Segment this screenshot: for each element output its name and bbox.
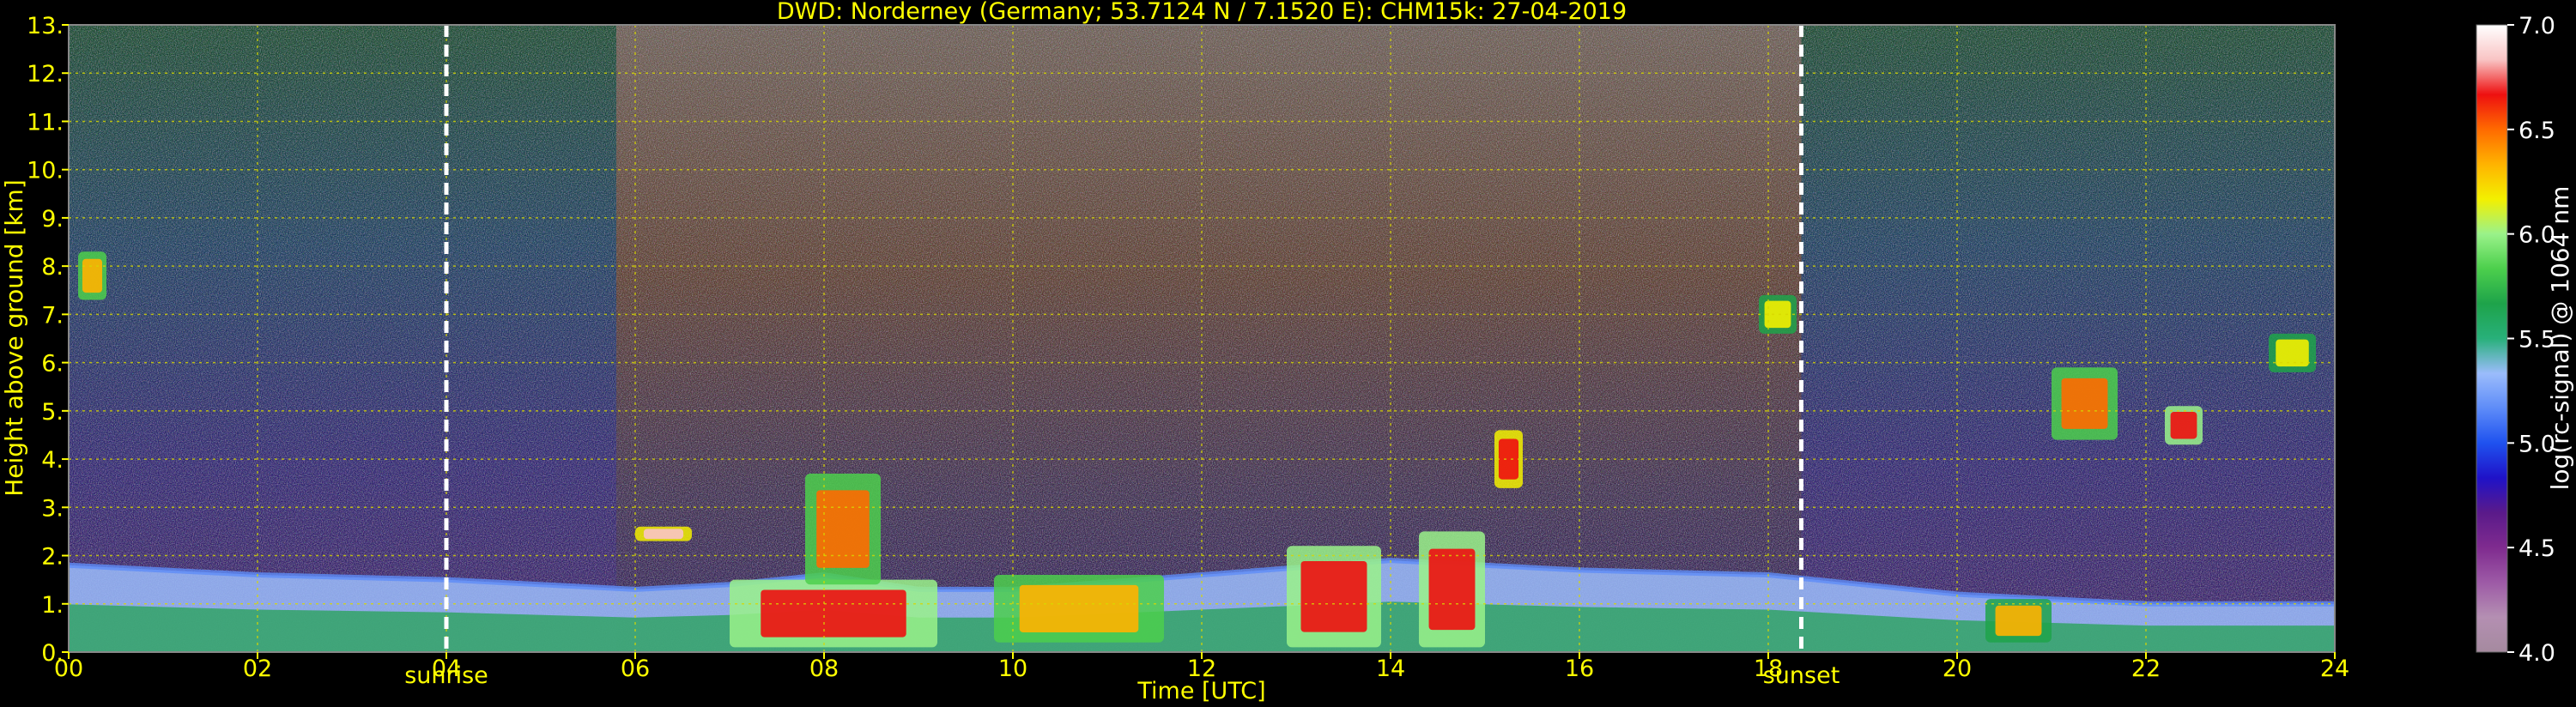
x-axis-label: Time [UTC]	[1136, 678, 1265, 704]
x-tick-label: 06	[621, 656, 650, 682]
x-tick-label: 10	[998, 656, 1027, 682]
y-tick-label: 13.	[27, 13, 64, 39]
y-tick-label: 3.	[41, 495, 64, 522]
y-tick-label: 7.	[41, 302, 64, 329]
cloud-feature-4	[1428, 548, 1476, 631]
cloud-feature-1	[816, 490, 870, 568]
signal-noise	[69, 25, 2335, 652]
cloud-feature-10	[2170, 411, 2197, 439]
y-tick-label: 12.	[27, 61, 64, 88]
y-tick-label: 1.	[41, 592, 64, 619]
colorbar-bar	[2476, 24, 2508, 653]
x-tick-label: 20	[1943, 656, 1972, 682]
cloud-feature-6	[643, 529, 684, 540]
cloud-feature-0	[761, 589, 906, 638]
x-tick-label: 24	[2320, 656, 2349, 682]
y-tick-label: 4.	[41, 447, 64, 474]
y-axis: 0.1.2.3.4.5.6.7.8.9.10.11.12.13.	[27, 13, 69, 667]
x-tick-label: 22	[2131, 656, 2161, 682]
cloud-feature-2	[1019, 584, 1139, 632]
x-tick-label: 02	[243, 656, 272, 682]
y-tick-label: 9.	[41, 206, 64, 233]
y-tick-label: 11.	[27, 109, 64, 136]
chart-title: DWD: Norderney (Germany; 53.7124 N / 7.1…	[777, 0, 1627, 25]
colorbar: 4.04.55.05.56.06.57.0 log(rc-signal) @ 1…	[2476, 13, 2574, 667]
x-tick-label: 14	[1376, 656, 1405, 682]
y-tick-label: 2.	[41, 544, 64, 571]
y-tick-label: 8.	[41, 254, 64, 281]
ceilometer-figure: 0.1.2.3.4.5.6.7.8.9.10.11.12.13. 00 02 04 0…	[0, 0, 2574, 704]
colorbar-tick-label: 4.0	[2518, 640, 2555, 667]
sunrise-label: sunrise	[404, 662, 488, 689]
y-axis-label: Height above ground [km]	[0, 179, 28, 497]
x-tick-label: 08	[809, 656, 839, 682]
y-tick-label: 10.	[27, 158, 64, 184]
cloud-feature-9	[2061, 378, 2108, 429]
cloud-feature-7	[82, 258, 103, 293]
cloud-feature-5	[1498, 438, 1519, 480]
colorbar-tick-label: 4.5	[2518, 535, 2555, 562]
colorbar-tick-label: 7.0	[2518, 13, 2555, 39]
y-tick-label: 6.	[41, 351, 64, 378]
x-tick-label: 16	[1565, 656, 1594, 682]
colorbar-label: log(rc-signal) @ 1064 nm	[2546, 186, 2574, 491]
cloud-feature-12	[1995, 605, 2042, 637]
colorbar-tick-label: 6.5	[2518, 118, 2555, 144]
plot-area	[69, 25, 2335, 652]
x-tick-label: 00	[54, 656, 83, 682]
sunset-label: sunset	[1763, 662, 1840, 689]
y-tick-label: 5.	[41, 399, 64, 426]
cloud-feature-3	[1300, 561, 1367, 632]
